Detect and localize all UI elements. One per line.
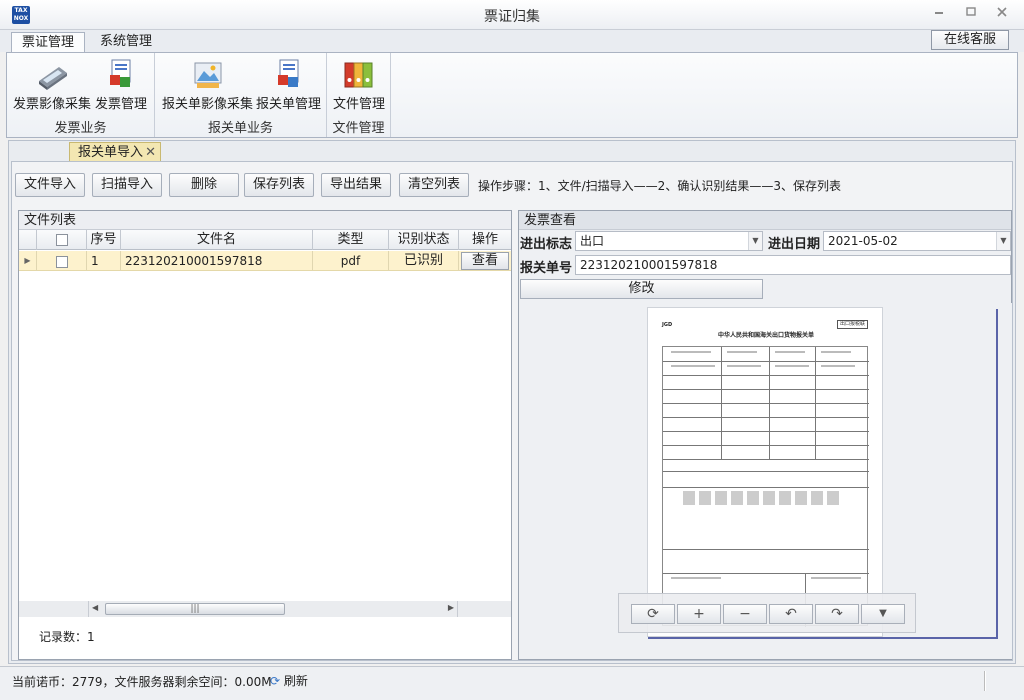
direction-select[interactable]: 出口 ▼ [575, 231, 763, 251]
cell-type: pdf [313, 251, 389, 271]
ribbon-panel: 发票影像采集 发票管理 发票业务 报关单影像采集 报关单管理 报关单业务 文件管… [6, 52, 1018, 138]
document-area: 报关单导入 ✕ 文件导入 扫描导入 删除 保存列表 导出结果 清空列表 操作步骤… [8, 140, 1016, 664]
viewer-border-right [996, 309, 998, 639]
grid-header: 序号 文件名 类型 识别状态 操作 [19, 230, 511, 250]
clear-list-button[interactable]: 清空列表 [399, 173, 469, 197]
invoice-management-button[interactable]: 发票管理 [95, 57, 147, 112]
cell-action: 查看 [459, 251, 511, 271]
direction-label: 进出标志 [520, 237, 573, 252]
invoice-manage-icon [110, 59, 131, 87]
scan-import-button[interactable]: 扫描导入 [92, 173, 162, 197]
redo-icon[interactable]: ↷ [815, 604, 859, 624]
tab-system-management[interactable]: 系统管理 [90, 32, 162, 53]
select-all-checkbox[interactable] [37, 230, 87, 250]
panel-title: 发票查看 [519, 211, 1011, 230]
customs-management-button[interactable]: 报关单管理 [256, 57, 321, 112]
viewer-border-bottom [648, 637, 998, 639]
date-picker[interactable]: 2021-05-02 ▼ [823, 231, 1011, 251]
cell-seq: 1 [87, 251, 121, 271]
panel-title: 文件列表 [19, 211, 511, 230]
file-import-button[interactable]: 文件导入 [15, 173, 85, 197]
date-label: 进出日期 [768, 237, 821, 252]
binders-icon [344, 62, 373, 88]
doc-title: 中华人民共和国海关出口货物报关单 [718, 332, 815, 339]
ribbon-tabbar: 票证管理 系统管理 在线客服 [0, 30, 1024, 53]
image-toolbar: ⟳ + − ↶ ↷ ▼ [618, 593, 916, 633]
save-list-button[interactable]: 保存列表 [244, 173, 314, 197]
operation-steps: 操作步骤：1、文件/扫描导入——2、确认识别结果——3、保存列表 [478, 179, 841, 193]
online-service-button[interactable]: 在线客服 [931, 30, 1009, 50]
tab-ticket-management[interactable]: 票证管理 [11, 32, 86, 53]
chevron-down-icon: ▼ [748, 232, 762, 250]
chevron-down-icon: ▼ [996, 232, 1010, 250]
invoice-view-panel: 发票查看 进出标志 出口 ▼ 进出日期 2021-05-02 ▼ 报关单号 22… [518, 210, 1012, 660]
status-text: 当前诺币：2779，文件服务器剩余空间：0.00M [12, 675, 272, 689]
row-checkbox[interactable] [37, 251, 87, 271]
export-results-button[interactable]: 导出结果 [321, 173, 391, 197]
close-tab-icon[interactable]: ✕ [145, 143, 156, 163]
row-indicator-icon: ▶ [19, 251, 37, 271]
ribbon-group-label: 文件管理 [332, 121, 385, 136]
ribbon-group-files: 文件管理 文件管理 [327, 53, 391, 137]
zoom-in-icon[interactable]: + [677, 604, 721, 624]
scrollbar-thumb[interactable]: ||| [105, 603, 285, 615]
image-capture-icon [194, 62, 221, 88]
status-bar: 当前诺币：2779，文件服务器剩余空间：0.00M ⟳ 刷新 [0, 666, 1024, 700]
doc-table [662, 346, 869, 627]
rotate-icon[interactable]: ⟳ [631, 604, 675, 624]
window-title: 票证归集 [484, 9, 540, 25]
col-type: 类型 [313, 230, 389, 250]
scrollbar-right-spacer [457, 601, 511, 617]
status-divider [984, 671, 986, 691]
undo-icon[interactable]: ↶ [769, 604, 813, 624]
title-bar: TAX NOX 票证归集 [0, 0, 1024, 30]
scroll-right-icon[interactable]: ▶ [448, 603, 454, 612]
horizontal-scrollbar[interactable]: ◀ ||| ▶ [89, 601, 457, 617]
doc-content: 文件导入 扫描导入 删除 保存列表 导出结果 清空列表 操作步骤：1、文件/扫描… [11, 161, 1013, 661]
view-button[interactable]: 查看 [461, 252, 509, 270]
scrollbar-left-spacer [19, 601, 89, 617]
table-row[interactable]: ▶ 1 223120210001597818 pdf 已识别 查看 [19, 251, 511, 271]
doc-stamp: 出口报税联 [836, 320, 868, 329]
refresh-icon: ⟳ [270, 674, 281, 688]
customs-declaration-image: JGD 中华人民共和国海关出口货物报关单 出口报税联 [647, 307, 883, 637]
col-filename: 文件名 [121, 230, 313, 250]
refresh-button[interactable]: ⟳ 刷新 [270, 672, 308, 689]
ribbon-group-invoice: 发票影像采集 发票管理 发票业务 [7, 53, 155, 137]
col-action: 操作 [471, 232, 498, 247]
document-viewer[interactable]: JGD 中华人民共和国海关出口货物报关单 出口报税联 ⟳ + − ↶ ↷ ▼ [520, 303, 1012, 659]
minimize-button[interactable] [930, 6, 948, 22]
record-count: 记录数：1 [39, 630, 95, 644]
modify-button[interactable]: 修改 [520, 279, 763, 299]
zoom-out-icon[interactable]: − [723, 604, 767, 624]
ribbon-group-customs: 报关单影像采集 报关单管理 报关单业务 [155, 53, 327, 137]
file-management-button[interactable]: 文件管理 [333, 57, 385, 112]
maximize-button[interactable] [962, 6, 980, 22]
ribbon-group-label: 报关单业务 [207, 121, 273, 136]
dropdown-icon[interactable]: ▼ [861, 604, 905, 624]
col-seq: 序号 [87, 230, 121, 250]
customs-no-label: 报关单号 [520, 261, 573, 276]
delete-button[interactable]: 删除 [169, 173, 239, 197]
cell-filename: 223120210001597818 [121, 251, 313, 271]
scanner-icon [39, 67, 67, 90]
row-indicator-header [19, 230, 37, 250]
cell-status: 已识别 [389, 251, 459, 271]
close-button[interactable] [993, 6, 1011, 22]
customs-no-field[interactable]: 223120210001597818 [575, 255, 1011, 275]
ribbon-group-label: 发票业务 [54, 121, 107, 136]
col-status: 识别状态 [389, 230, 459, 250]
file-list-panel: 文件列表 序号 文件名 类型 识别状态 操作 ▶ 1 2231202100015… [18, 210, 512, 660]
scroll-left-icon[interactable]: ◀ [92, 603, 98, 612]
invoice-image-capture-button[interactable]: 发票影像采集 [13, 57, 91, 112]
doc-tab-customs-import[interactable]: 报关单导入 ✕ [69, 142, 161, 163]
customs-manage-icon [277, 59, 298, 87]
customs-image-capture-button[interactable]: 报关单影像采集 [162, 57, 253, 112]
